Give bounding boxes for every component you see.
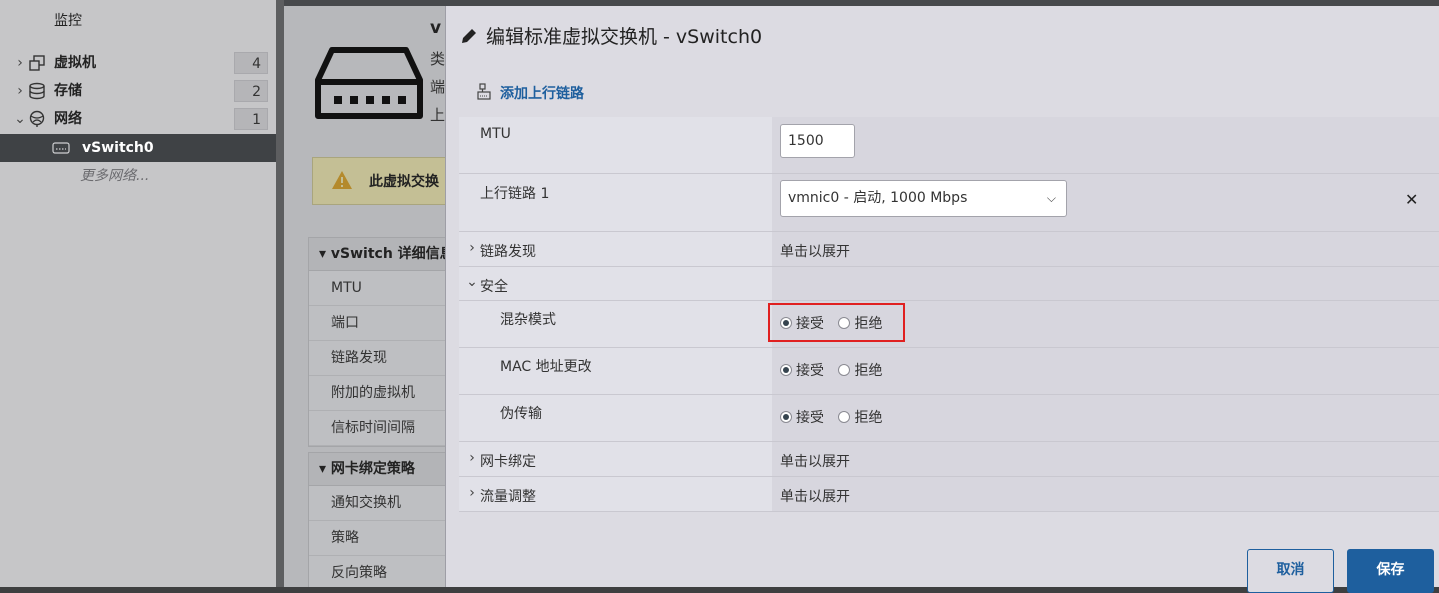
remove-uplink-close-icon[interactable]: ✕ bbox=[1405, 190, 1418, 209]
accept-radio[interactable]: 接受 bbox=[780, 363, 824, 379]
warning-text: 此虚拟交换 bbox=[369, 174, 439, 190]
uplink-label: 上行链路 1 bbox=[480, 186, 550, 202]
chevron-down-icon: ⌵ bbox=[1046, 191, 1056, 205]
nav-item-more-networks[interactable]: 更多网络... bbox=[0, 162, 276, 190]
forged-transmits-row: 伪传输 接受 拒绝 bbox=[459, 395, 1439, 442]
database-icon bbox=[29, 82, 45, 100]
uplink-row: 上行链路 1 vmnic0 - 启动, 1000 Mbps ⌵ ✕ bbox=[459, 174, 1439, 232]
nav-item-label: 虚拟机 bbox=[54, 55, 96, 71]
page-title: v bbox=[430, 18, 442, 38]
security-row[interactable]: ⌄ 安全 bbox=[459, 267, 1439, 301]
splitter[interactable] bbox=[276, 0, 284, 587]
chevron-right-icon[interactable]: › bbox=[466, 450, 478, 466]
promiscuous-mode-label: 混杂模式 bbox=[500, 312, 556, 328]
info-line: 上 bbox=[430, 106, 446, 124]
nav-item-monitor[interactable]: 监控 bbox=[0, 7, 276, 35]
chevron-right-icon[interactable]: › bbox=[14, 77, 26, 105]
mac-changes-options: 接受 拒绝 bbox=[780, 360, 892, 380]
nic-teaming-label: 网卡绑定 bbox=[480, 454, 536, 470]
add-uplink-link[interactable]: 添加上行链路 bbox=[476, 82, 584, 103]
info-line: 端 bbox=[430, 78, 446, 96]
dialog-title: 编辑标准虚拟交换机 - vSwitch0 bbox=[460, 22, 762, 49]
accept-radio[interactable]: 接受 bbox=[780, 410, 824, 426]
link-discovery-row[interactable]: › 链路发现 单击以展开 bbox=[459, 232, 1439, 267]
navigator: 监控 › 虚拟机 4 › 存储 2 ⌄ 网络 1 vSwitch0 更多网络..… bbox=[0, 0, 276, 587]
nav-item-label: 监控 bbox=[54, 13, 82, 29]
nav-item-label: vSwitch0 bbox=[82, 140, 154, 156]
save-button[interactable]: 保存 bbox=[1347, 549, 1434, 593]
virtual-machine-icon bbox=[29, 55, 45, 71]
mtu-row: MTU 1500 bbox=[459, 117, 1439, 174]
info-line: 类 bbox=[430, 50, 446, 68]
chevron-right-icon[interactable]: › bbox=[14, 49, 26, 77]
count-badge: 4 bbox=[234, 52, 268, 74]
chevron-right-icon[interactable]: › bbox=[466, 240, 478, 256]
traffic-shaping-row[interactable]: › 流量调整 单击以展开 bbox=[459, 477, 1439, 512]
warning-icon bbox=[332, 171, 352, 189]
nav-item-network[interactable]: ⌄ 网络 1 bbox=[0, 105, 276, 133]
reject-radio[interactable]: 拒绝 bbox=[838, 410, 882, 426]
chevron-down-icon[interactable]: ⌄ bbox=[14, 105, 26, 133]
link-discovery-label: 链路发现 bbox=[480, 244, 536, 260]
traffic-shaping-label: 流量调整 bbox=[480, 489, 536, 505]
vswitch-large-icon bbox=[315, 47, 423, 119]
nav-item-label: 网络 bbox=[54, 111, 82, 127]
highlight-box bbox=[768, 303, 905, 342]
chevron-down-icon[interactable]: ⌄ bbox=[466, 274, 478, 290]
count-badge: 2 bbox=[234, 80, 268, 102]
expand-hint: 单击以展开 bbox=[780, 454, 850, 470]
security-label: 安全 bbox=[480, 279, 508, 295]
network-globe-icon bbox=[29, 110, 45, 127]
mtu-label: MTU bbox=[480, 126, 511, 142]
mtu-input[interactable]: 1500 bbox=[780, 124, 855, 158]
pencil-icon bbox=[462, 29, 476, 43]
nav-item-label: 存储 bbox=[54, 83, 82, 99]
uplink-select[interactable]: vmnic0 - 启动, 1000 Mbps ⌵ bbox=[780, 180, 1067, 217]
forged-transmits-options: 接受 拒绝 bbox=[780, 407, 892, 427]
nic-teaming-row[interactable]: › 网卡绑定 单击以展开 bbox=[459, 442, 1439, 477]
cancel-button[interactable]: 取消 bbox=[1247, 549, 1334, 593]
count-badge: 1 bbox=[234, 108, 268, 130]
promiscuous-mode-row: 混杂模式 接受 拒绝 bbox=[459, 301, 1439, 348]
expand-hint: 单击以展开 bbox=[780, 489, 850, 505]
nav-item-label: 更多网络... bbox=[80, 168, 150, 184]
uplink-nic-icon bbox=[477, 83, 491, 100]
edit-vswitch-dialog: 编辑标准虚拟交换机 - vSwitch0 添加上行链路 MTU 1500 上行链… bbox=[445, 6, 1439, 593]
uplink-select-value: vmnic0 - 启动, 1000 Mbps bbox=[788, 190, 968, 206]
expand-hint: 单击以展开 bbox=[780, 244, 850, 260]
reject-radio[interactable]: 拒绝 bbox=[838, 363, 882, 379]
mac-changes-label: MAC 地址更改 bbox=[500, 359, 592, 375]
nav-item-storage[interactable]: › 存储 2 bbox=[0, 77, 276, 105]
mac-address-changes-row: MAC 地址更改 接受 拒绝 bbox=[459, 348, 1439, 395]
chevron-right-icon[interactable]: › bbox=[466, 485, 478, 501]
forged-transmits-label: 伪传输 bbox=[500, 406, 542, 422]
nav-item-vms[interactable]: › 虚拟机 4 bbox=[0, 49, 276, 77]
switch-icon bbox=[52, 142, 70, 154]
nav-item-vswitch0[interactable]: vSwitch0 bbox=[0, 134, 276, 162]
